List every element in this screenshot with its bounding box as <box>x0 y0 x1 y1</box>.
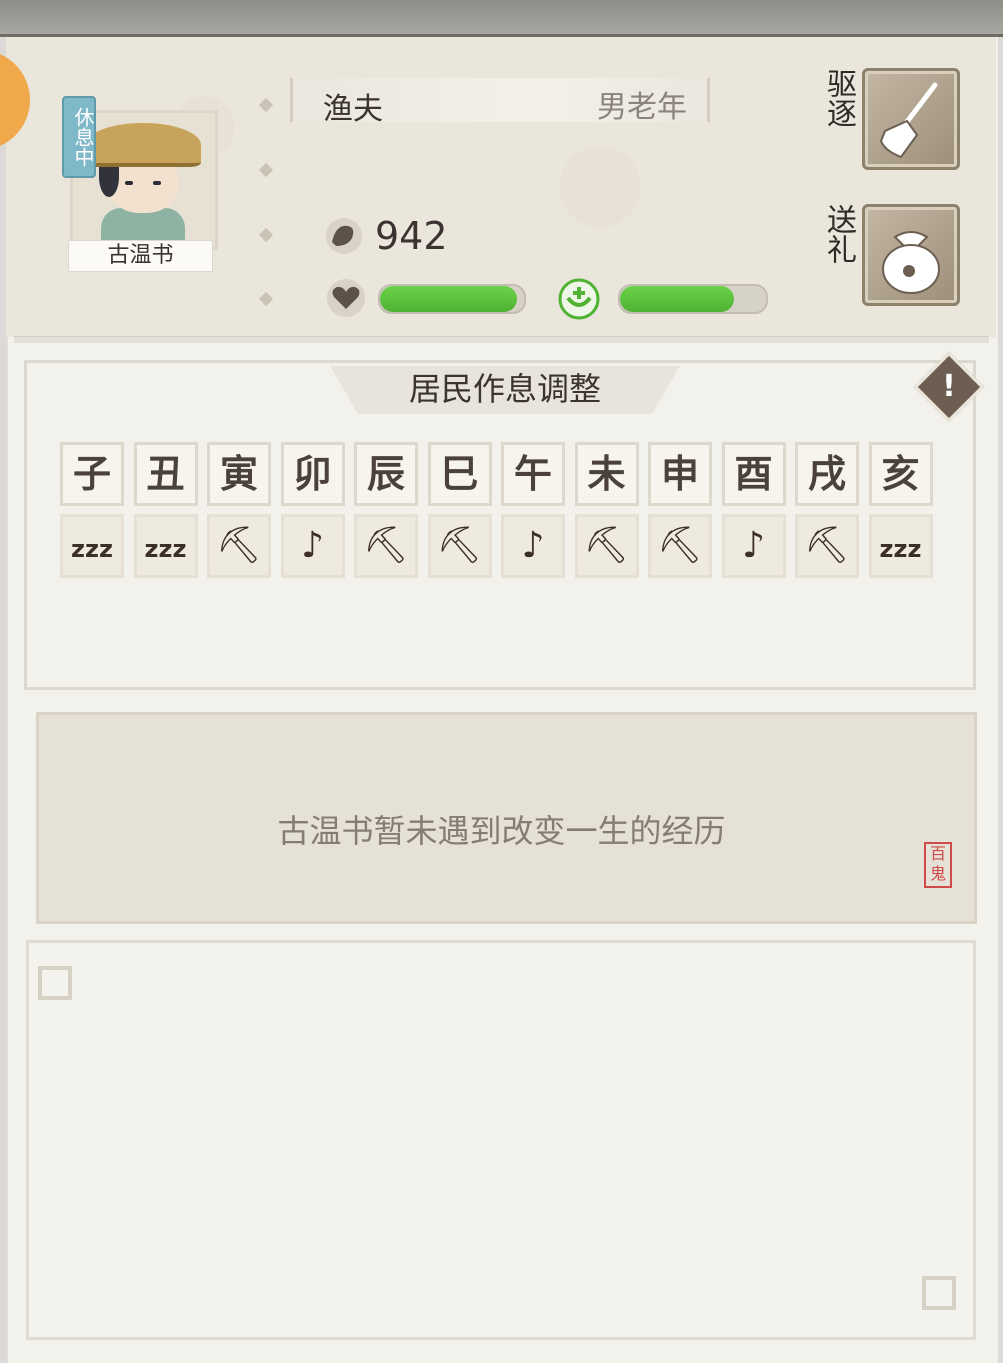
sleep-activity-button[interactable]: zzz <box>868 514 933 578</box>
leisure-icon: ♪ <box>301 525 324 566</box>
sleep-activity-button[interactable]: zzz <box>133 514 198 578</box>
mood-bar <box>378 284 526 314</box>
work-icon: ⛏ <box>216 525 262 566</box>
sleep-icon: zzz <box>71 535 113 563</box>
work-icon: ⛏ <box>804 525 850 566</box>
evict-button[interactable] <box>862 68 960 170</box>
evict-label: 驱逐 <box>821 68 856 128</box>
schedule-title: 居民作息调整 <box>330 366 680 414</box>
gift-label: 送礼 <box>821 204 856 264</box>
hour-slot: 丑 <box>133 442 198 506</box>
occupation-label: 渔夫 <box>323 92 383 127</box>
top-bar <box>0 0 1003 37</box>
frame-corner-ornament <box>38 966 72 1000</box>
hour-slot: 戌 <box>795 442 859 506</box>
hour-slot: 辰 <box>354 442 418 506</box>
frame-corner-ornament <box>922 1276 956 1310</box>
occupation-box: 渔夫 男老年 <box>290 78 710 127</box>
work-activity-button[interactable]: ⛏ <box>354 514 418 578</box>
header-divider <box>14 336 989 343</box>
hour-slot: 子 <box>60 442 124 506</box>
health-icon <box>558 278 600 320</box>
mood-bar-fill <box>380 286 517 312</box>
work-icon: ⛏ <box>436 525 483 566</box>
lower-panel <box>26 940 976 1340</box>
hour-slot: 亥 <box>868 442 933 506</box>
hour-slot: 寅 <box>207 442 271 506</box>
health-bar-fill <box>620 286 734 312</box>
resident-name: 古温书 <box>68 240 213 272</box>
gender-age-label: 男老年 <box>597 90 687 125</box>
gift-bag-icon <box>882 231 940 294</box>
work-icon: ⛏ <box>583 525 630 566</box>
work-icon: ⛏ <box>363 525 409 566</box>
sleep-icon: zzz <box>144 535 187 563</box>
broom-icon <box>879 82 938 159</box>
red-seal-stamp: 百鬼 <box>924 842 952 888</box>
work-activity-button[interactable]: ⛏ <box>574 514 639 578</box>
experience-message: 古温书暂未遇到改变一生的经历 <box>277 812 726 850</box>
gift-button[interactable] <box>862 204 960 306</box>
heart-icon <box>327 279 365 317</box>
hour-slot: 巳 <box>427 442 492 506</box>
health-bar <box>618 284 768 314</box>
hour-slot: 卯 <box>280 442 345 506</box>
work-activity-button[interactable]: ⛏ <box>207 514 271 578</box>
info-symbol: ! <box>942 369 956 404</box>
leisure-icon: ♪ <box>521 525 545 566</box>
strength-icon <box>326 218 362 254</box>
leisure-activity-button[interactable]: ♪ <box>501 514 565 578</box>
avatar-hat <box>85 123 201 167</box>
hour-slot: 酉 <box>721 442 786 506</box>
work-icon: ⛏ <box>657 525 703 566</box>
status-badge: 休息中 <box>62 96 96 178</box>
coin-value: 942 <box>375 214 448 258</box>
avatar-eye <box>153 181 161 185</box>
leisure-activity-button[interactable]: ♪ <box>721 514 786 578</box>
sleep-activity-button[interactable]: zzz <box>60 514 124 578</box>
hour-slot: 午 <box>501 442 565 506</box>
leisure-icon: ♪ <box>742 525 765 566</box>
work-activity-button[interactable]: ⛏ <box>648 514 712 578</box>
work-activity-button[interactable]: ⛏ <box>427 514 492 578</box>
avatar-eye <box>125 181 133 185</box>
leisure-activity-button[interactable]: ♪ <box>280 514 345 578</box>
sleep-icon: zzz <box>879 535 922 563</box>
hour-slot: 申 <box>648 442 712 506</box>
hour-slot: 未 <box>574 442 639 506</box>
work-activity-button[interactable]: ⛏ <box>795 514 859 578</box>
